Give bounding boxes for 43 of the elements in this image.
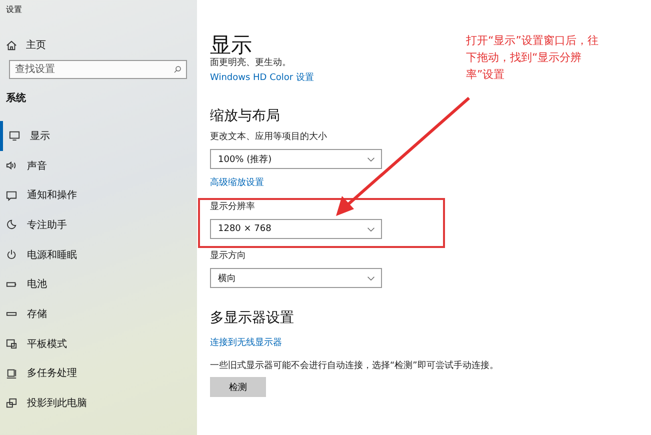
chevron-icon [367,226,375,232]
monitor-icon [9,130,20,142]
project-icon [6,398,17,409]
sidebar-item[interactable]: 声音 [6,150,197,180]
section-heading: 缩放与布局 [210,107,280,125]
search-icon [173,65,182,74]
chevron-icon [367,156,375,162]
note-text: 一些旧式显示器可能不会进行自动连接，选择“检测”即可尝试手动连接。 [210,360,500,372]
detect-button[interactable]: 检测 [210,377,266,397]
search-field[interactable]: 查找设置 [9,60,187,79]
window-title: 设置 [6,4,23,15]
resolution-label: 显示分辨率 [210,201,255,213]
sidebar-item[interactable]: 投影到此电脑 [6,388,197,418]
scale-label: 更改文本、应用等项目的大小 [210,131,327,143]
resolution-dropdown[interactable]: 1280 × 768 [210,219,382,239]
speaker-icon [6,160,17,172]
home-link[interactable]: 主页 [6,38,197,52]
orientation-dropdown[interactable]: 横向 [210,268,382,288]
sidebar-item[interactable]: 平板模式 [6,328,197,358]
moon-icon [6,219,17,230]
power-icon [6,249,17,260]
sidebar-item[interactable]: 电池 [6,269,197,300]
home-icon [6,40,17,50]
sidebar-item[interactable]: 电源和睡眠 [6,240,197,270]
sidebar-item[interactable]: 多任务处理 [6,358,197,388]
section-label: 系统 [6,92,27,106]
subtitle-text: 面更明亮、更生动。 [210,57,291,69]
section-heading: 多显示器设置 [210,309,294,327]
chevron-icon [367,276,375,280]
page-title: 显示 [210,33,252,57]
sidebar-item[interactable]: 专注助手 [6,210,197,240]
scale-dropdown[interactable]: 100% (推荐) [210,149,382,169]
tablet-icon [6,338,17,350]
wireless-display-link[interactable]: 连接到无线显示器 [210,337,282,349]
message-icon [6,190,17,201]
sidebar-item[interactable]: 存储 [6,299,197,329]
hd-color-link[interactable]: Windows HD Color 设置 [210,72,314,84]
annotation-text: 打开“显示”设置窗口后，往下拖动，找到“显示分辨率”设置 [466,33,600,83]
advanced-scaling-link[interactable]: 高级缩放设置 [210,177,264,189]
multitask-icon [6,368,17,379]
sidebar-item[interactable]: 显示 [0,121,197,151]
sidebar-item[interactable]: 通知和操作 [6,180,197,210]
orientation-label: 显示方向 [210,250,246,262]
